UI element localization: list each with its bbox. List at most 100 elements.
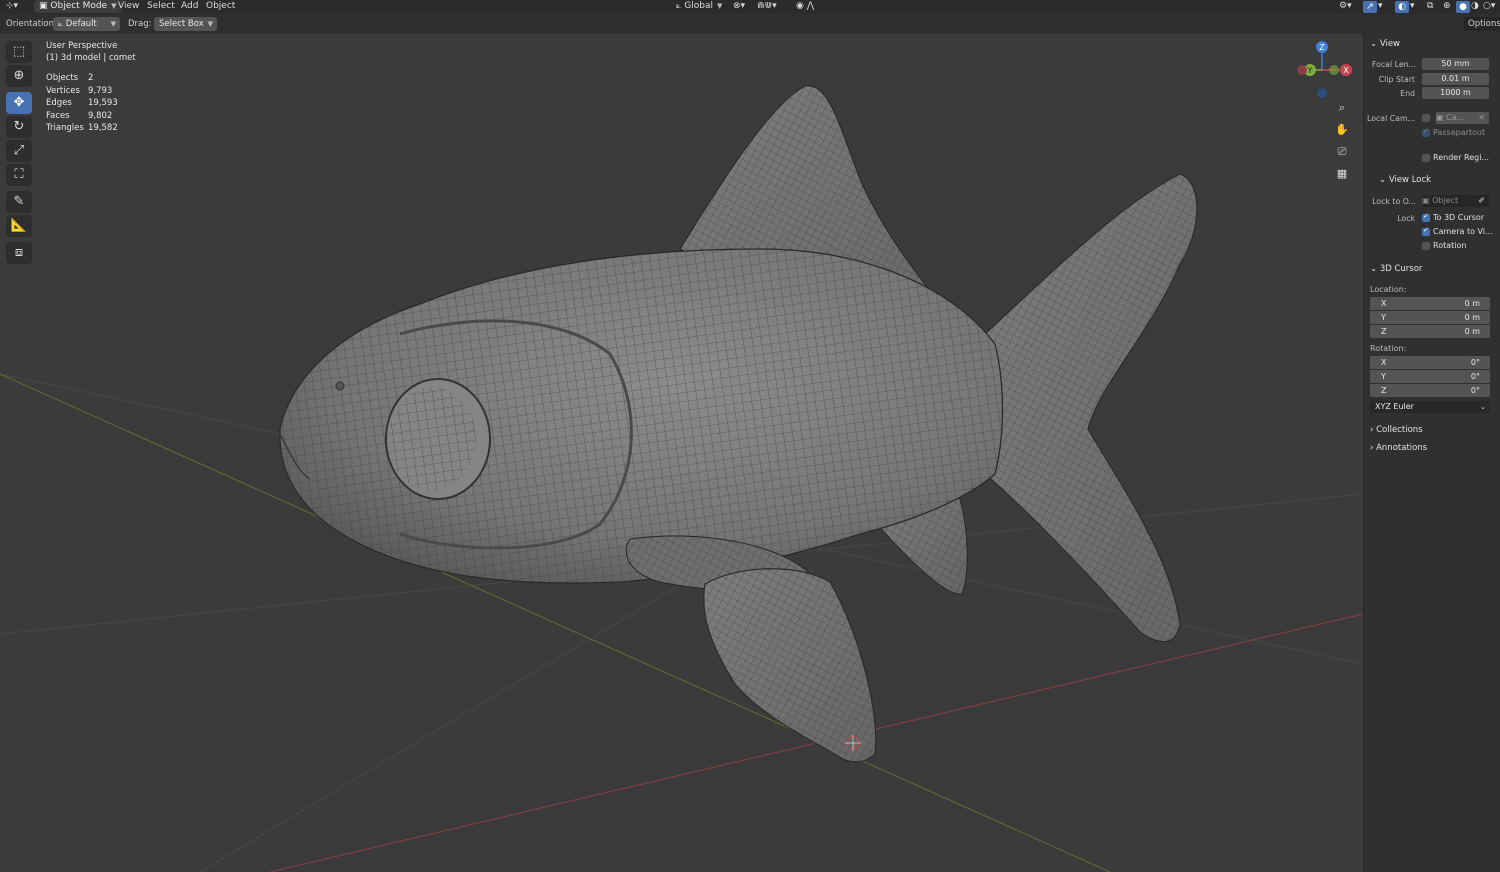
viewport-canvas: Z X Y — [0, 41, 1363, 872]
cursor-rotation-z[interactable]: Z 0° — [1370, 384, 1490, 397]
gizmo-toggle-icon[interactable]: ↗ — [1363, 1, 1377, 13]
clip-end-label: End — [1400, 89, 1415, 98]
drag-label: Drag: — [128, 19, 152, 29]
material-shading-icon[interactable]: ◑ — [1471, 0, 1479, 14]
orientation-dropdown[interactable]: ⟀ Default ▼ — [53, 17, 120, 31]
cursor-location-z[interactable]: Z0 m — [1370, 325, 1490, 338]
rendered-shading-icon[interactable]: ○▾ — [1483, 0, 1495, 14]
menu-object[interactable]: Object — [206, 0, 235, 14]
lock-to-cursor-checkbox[interactable] — [1422, 212, 1430, 222]
rotation-mode-dropdown[interactable]: XYZ Euler ⌄ — [1370, 401, 1490, 413]
orientation-value: Default — [65, 19, 97, 29]
transform-orientation-label: Global — [684, 1, 713, 11]
eyedropper-icon[interactable]: ✐ — [1478, 195, 1485, 207]
local-camera-label: Local Cam... — [1367, 114, 1415, 123]
orientation-axes-icon: ⟀ — [676, 1, 682, 11]
navigation-gizmo[interactable]: Z X Y — [1297, 41, 1352, 98]
chevron-down-icon: ⌄ — [1379, 175, 1389, 185]
3d-cursor-section-header[interactable]: ⌄ 3D Cursor — [1370, 262, 1500, 276]
cursor-location-y[interactable]: Y0 m — [1370, 311, 1490, 324]
lock-rotation-checkbox[interactable] — [1422, 242, 1430, 250]
local-camera-checkbox[interactable] — [1422, 114, 1430, 122]
fish-model[interactable] — [279, 85, 1198, 763]
camera-to-view-checkbox[interactable] — [1422, 226, 1430, 236]
svg-text:Y: Y — [1307, 66, 1313, 75]
passepartout-label: Passepartout — [1433, 128, 1486, 137]
cursor-rotation-label: Rotation: — [1370, 344, 1407, 353]
stat-edges: Edges 19,593 — [46, 98, 118, 108]
passepartout-checkbox[interactable] — [1422, 127, 1430, 137]
collections-section-header[interactable]: › Collections — [1370, 423, 1500, 437]
chevron-down-icon: ⌄ — [1370, 264, 1380, 274]
cursor-location-label: Location: — [1370, 285, 1407, 294]
menu-add[interactable]: Add — [181, 0, 198, 14]
snap-icon[interactable]: ⋒⋓▾ — [757, 0, 777, 14]
scale-tool-icon[interactable]: ⤢ — [6, 140, 32, 162]
editor-type-icon[interactable]: ⊹▾ — [6, 0, 18, 14]
lock-to-cursor-label: To 3D Cursor — [1433, 213, 1485, 222]
pan-hand-icon[interactable]: ✋ — [1332, 121, 1352, 139]
camera-icon: ▣ — [1436, 113, 1447, 122]
add-cube-icon[interactable]: ⧈ — [6, 242, 32, 264]
stat-faces: Faces 9,802 — [46, 110, 113, 121]
move-tool-icon[interactable]: ✥ — [6, 92, 32, 114]
drag-value: Select Box — [159, 19, 204, 29]
active-object-name: (1) 3d model | comet — [46, 53, 136, 63]
menu-view[interactable]: View — [118, 0, 139, 14]
camera-view-icon[interactable]: ⎚ — [1332, 143, 1352, 161]
overlays-toggle-icon[interactable]: ◐ — [1395, 1, 1409, 13]
perspective-toggle-icon[interactable]: ▦ — [1332, 165, 1352, 183]
transform-orientation-dropdown[interactable]: ⟀ Global ▼ — [676, 0, 722, 14]
mode-label: Object Mode — [50, 1, 108, 11]
orientation-label: Orientation: — [6, 19, 57, 29]
svg-text:X: X — [1343, 66, 1349, 75]
render-region-label: Render Regi... — [1433, 153, 1490, 162]
drag-dropdown[interactable]: Select Box ▼ — [154, 17, 217, 31]
xray-icon[interactable]: ⧉ — [1427, 0, 1433, 14]
transform-tool-icon[interactable]: ⛶ — [6, 164, 32, 186]
focal-length-field[interactable]: 50 mm — [1422, 58, 1489, 70]
lock-label: Lock — [1397, 214, 1415, 223]
cursor-rotation-y[interactable]: Y 0° — [1370, 370, 1490, 383]
cursor-location-x[interactable]: X0 m — [1370, 297, 1490, 310]
object-icon: ▣ — [1422, 196, 1433, 205]
annotations-section-header[interactable]: › Annotations — [1370, 441, 1500, 455]
object-mode-icon: ▣ — [39, 1, 48, 11]
clip-start-field[interactable]: 0.01 m — [1422, 73, 1489, 85]
view-section-header[interactable]: ⌄ View — [1370, 37, 1500, 51]
clip-end-field[interactable]: 1000 m — [1422, 87, 1489, 99]
view-name: User Perspective — [46, 41, 118, 51]
view-lock-section-header[interactable]: ⌄ View Lock — [1379, 173, 1500, 187]
mode-dropdown[interactable]: ▣ Object Mode ▼ — [34, 0, 123, 13]
viewport-header: ⊹▾ ▣ Object Mode ▼ View Select Add Object… — [0, 0, 1500, 14]
pivot-point-icon[interactable]: ⊗▾ — [733, 0, 745, 14]
solid-shading-icon[interactable]: ● — [1456, 1, 1470, 13]
lock-to-object-field[interactable]: ▣ Object ✐ — [1422, 195, 1489, 207]
select-box-icon[interactable]: ⬚ — [6, 41, 32, 63]
cursor-tool-icon[interactable]: ⊕ — [6, 65, 32, 87]
wireframe-shading-icon[interactable]: ⊕ — [1443, 0, 1451, 14]
options-button[interactable]: Options — [1464, 17, 1500, 31]
cursor-rotation-x[interactable]: X 0° — [1370, 356, 1490, 369]
menu-select[interactable]: Select — [147, 0, 175, 14]
stat-vertices: Vertices 9,793 — [46, 85, 113, 96]
annotate-tool-icon[interactable]: ✎ — [6, 191, 32, 213]
overlays-dropdown-icon[interactable]: ▾ — [1410, 0, 1415, 14]
camera-to-view-label: Camera to Vi... — [1433, 227, 1493, 236]
chevron-down-icon: ▼ — [717, 2, 723, 10]
close-icon[interactable]: ✕ — [1478, 112, 1485, 124]
chevron-down-icon: ▼ — [207, 20, 213, 28]
chevron-down-icon: ⌄ — [1370, 39, 1380, 49]
3d-viewport[interactable]: Z X Y User Perspective (1) 3d model | co… — [0, 34, 1363, 872]
render-region-checkbox[interactable] — [1422, 154, 1430, 162]
tool-settings-bar: Orientation: ⟀ Default ▼ Drag: Select Box… — [0, 14, 1500, 34]
measure-tool-icon[interactable]: 📐 — [6, 215, 32, 237]
zoom-icon[interactable]: ⌕ — [1332, 99, 1352, 117]
local-camera-field[interactable]: ▣ Ca... ✕ — [1436, 112, 1489, 124]
proportional-edit-icon[interactable]: ◉ ⋀ — [796, 0, 814, 14]
rotate-tool-icon[interactable]: ↻ — [6, 116, 32, 138]
lock-rotation-label: Rotation — [1433, 241, 1467, 250]
visibility-icon[interactable]: ⚙▾ — [1339, 0, 1352, 14]
gizmo-dropdown-icon[interactable]: ▾ — [1378, 0, 1383, 14]
stat-triangles: Triangles 19,582 — [46, 123, 118, 133]
